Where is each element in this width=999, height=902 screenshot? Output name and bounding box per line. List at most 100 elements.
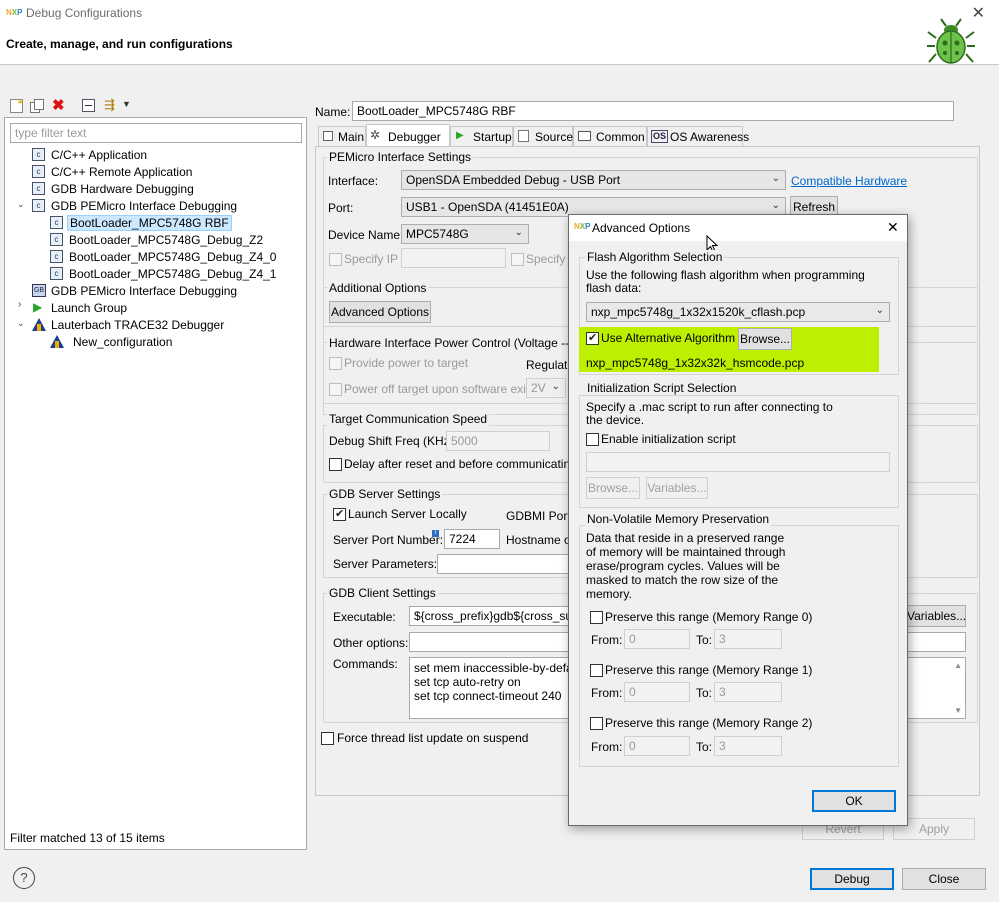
delay-checkbox[interactable] (329, 458, 342, 471)
range-0-from-input[interactable]: 0 (624, 629, 690, 649)
ok-button[interactable]: OK (812, 790, 896, 812)
server-params-input[interactable] (437, 554, 572, 574)
debug-button[interactable]: Debug (810, 868, 894, 890)
advanced-options-button[interactable]: Advanced Options (329, 301, 431, 323)
device-name-label: Device Name: (328, 228, 404, 242)
info-icon: i (432, 530, 439, 537)
specify-n-checkbox[interactable] (511, 253, 524, 266)
range-1-from-input[interactable]: 0 (624, 682, 690, 702)
name-label: Name: (315, 105, 351, 119)
c-icon: c (50, 216, 63, 229)
range-0-from-label: From: (591, 633, 623, 647)
chevron-down-icon: ⌄ (771, 200, 780, 211)
filter-input[interactable]: type filter text (10, 123, 302, 143)
specify-ip-checkbox[interactable] (329, 253, 342, 266)
os-icon: OS (651, 130, 669, 143)
c-icon: c (50, 250, 63, 263)
preserve-range-1-checkbox[interactable] (590, 664, 603, 677)
config-tree-panel: type filter text c C/C++ Application c C… (4, 117, 307, 850)
range-2-to-input[interactable]: 3 (714, 736, 782, 756)
name-input[interactable]: BootLoader_MPC5748G RBF (352, 101, 954, 121)
browse-init-button[interactable]: Browse... (586, 477, 640, 499)
use-alt-algorithm-checkbox[interactable] (586, 331, 599, 345)
launch-icon: ▶ (33, 300, 43, 314)
force-thread-label: Force thread list update on suspend (337, 731, 529, 745)
preserve-range-0-label: Preserve this range (Memory Range 0) (605, 610, 813, 624)
tab-debugger[interactable]: ✲ Debugger (366, 124, 450, 147)
expand-chevron-icon[interactable]: ⌄ (17, 199, 25, 210)
shift-freq-input[interactable]: 5000 (446, 431, 550, 451)
tab-source[interactable]: Source (513, 126, 573, 146)
executable-input[interactable]: ${cross_prefix}gdb${cross_suffix (409, 606, 575, 626)
chevron-down-icon: ⌄ (875, 305, 884, 316)
delay-label: Delay after reset and before communicati… (344, 457, 584, 471)
server-params-label: Server Parameters: (333, 557, 438, 571)
tab-startup[interactable]: ▶ Startup (450, 126, 513, 146)
interface-select[interactable]: OpenSDA Embedded Debug - USB Port ⌄ (401, 170, 786, 190)
filter-status: Filter matched 13 of 15 items (10, 831, 165, 845)
preserve-range-0-checkbox[interactable] (590, 611, 603, 624)
collapse-all-icon[interactable] (82, 99, 95, 112)
new-config-icon[interactable]: ✶ (10, 97, 24, 113)
left-toolbar: ✶ ✖ ⇶ ▼ (8, 96, 138, 116)
preserve-range-1-label: Preserve this range (Memory Range 1) (605, 663, 813, 677)
range-1-from-label: From: (591, 686, 623, 700)
device-select[interactable]: MPC5748G ⌄ (401, 224, 529, 244)
range-0-to-input[interactable]: 3 (714, 629, 782, 649)
force-thread-checkbox[interactable] (321, 732, 334, 745)
startup-icon: ▶ (456, 130, 464, 141)
range-2-from-label: From: (591, 740, 623, 754)
init-variables-button[interactable]: Variables... (646, 477, 708, 499)
c-icon: c (32, 199, 45, 212)
close-button[interactable]: Close (902, 868, 986, 890)
port-label: Port: (328, 201, 354, 215)
tab-common[interactable]: Common (573, 126, 647, 146)
chevron-down-icon[interactable]: ▼ (122, 99, 131, 109)
gdb-icon: GB (32, 284, 46, 297)
server-port-input[interactable]: 7224 (444, 529, 500, 549)
tab-main[interactable]: Main (318, 126, 366, 146)
browse-alt-button[interactable]: Browse... (738, 328, 792, 350)
bug-icon (927, 18, 975, 64)
delete-icon[interactable]: ✖ (52, 96, 65, 114)
preserve-range-2-checkbox[interactable] (590, 717, 603, 730)
dialog-close-icon[interactable]: ✕ (887, 219, 899, 236)
provide-power-label: Provide power to target (344, 356, 469, 370)
hw-power-title: Hardware Interface Power Control (Voltag… (327, 336, 590, 350)
collapse-chevron-icon[interactable]: › (18, 299, 21, 310)
ip-input[interactable] (401, 248, 506, 268)
voltage-select[interactable]: 2V ⌄ (526, 378, 566, 398)
range-1-to-input[interactable]: 3 (714, 682, 782, 702)
launch-local-label: Launch Server Locally (348, 507, 467, 521)
scroll-down-icon[interactable]: ▼ (954, 706, 962, 715)
nxp-logo-icon: NXP (6, 8, 23, 17)
main-tab-icon (323, 131, 333, 141)
scroll-up-icon[interactable]: ▲ (954, 661, 962, 670)
help-icon[interactable]: ? (13, 867, 35, 889)
gdb-client-title: GDB Client Settings (327, 586, 438, 600)
nvm-desc: Data that reside in a preserved range of… (586, 531, 786, 601)
window-title: Debug Configurations (26, 6, 143, 20)
power-off-checkbox[interactable] (329, 383, 342, 396)
range-2-from-input[interactable]: 0 (624, 736, 690, 756)
alt-algorithm-file: nxp_mpc5748g_1x32x32k_hsmcode.pcp (586, 356, 805, 370)
filter-icon[interactable]: ⇶ (104, 97, 115, 113)
provide-power-checkbox[interactable] (329, 357, 342, 370)
duplicate-icon[interactable] (30, 99, 44, 113)
init-script-title: Initialization Script Selection (585, 381, 739, 395)
launch-local-checkbox[interactable] (333, 507, 346, 521)
common-icon (578, 131, 591, 141)
init-script-input[interactable] (586, 452, 890, 472)
flash-algorithm-select[interactable]: nxp_mpc5748g_1x32x1520k_cflash.pcp ⌄ (586, 302, 890, 322)
tab-os-awareness[interactable]: OS OS Awareness (647, 126, 749, 146)
regulator-label: Regulato (526, 358, 575, 372)
compatible-hardware-link[interactable]: Compatible Hardware (791, 174, 907, 188)
variables-button[interactable]: Variables... (906, 605, 966, 627)
enable-init-label: Enable initialization script (601, 432, 736, 446)
expand-chevron-icon[interactable]: ⌄ (17, 318, 25, 329)
filter-placeholder: type filter text (15, 126, 87, 140)
window-subtitle: Create, manage, and run configurations (6, 37, 233, 51)
init-script-desc: Specify a .mac script to run after conne… (586, 400, 833, 427)
interface-label: Interface: (328, 174, 379, 188)
enable-init-checkbox[interactable] (586, 433, 599, 446)
